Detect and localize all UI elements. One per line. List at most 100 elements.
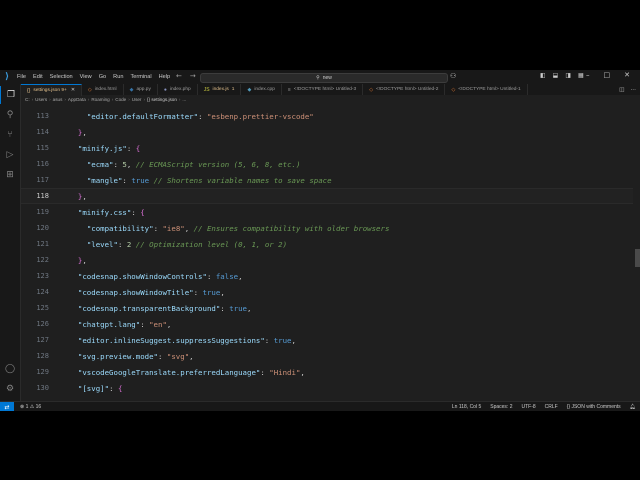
line-number: 113 xyxy=(36,112,49,120)
code-token: true xyxy=(202,287,221,297)
account-icon[interactable]: ◯ xyxy=(0,360,20,378)
code-line[interactable]: 127 "editor.inlineSuggest.suppressSugges… xyxy=(21,332,633,348)
end-of-line[interactable]: CRLF xyxy=(545,404,558,410)
code-line[interactable]: 115 "minify.js": { xyxy=(21,140,633,156)
code-token: "esbenp.prettier-vscode" xyxy=(206,111,314,121)
code-token: , xyxy=(291,335,296,345)
chevron-right-icon: › xyxy=(64,97,66,102)
line-number: 119 xyxy=(36,208,49,216)
code-line[interactable]: 130 "[svg]": { xyxy=(21,380,633,396)
tab-index-cpp[interactable]: ◆ index.cpp xyxy=(241,84,282,95)
extensions-icon[interactable]: ⊞ xyxy=(0,166,20,184)
breadcrumb-item[interactable]: Users xyxy=(35,97,47,102)
close-icon[interactable]: ✕ xyxy=(624,71,630,79)
code-editor[interactable]: 113 "editor.defaultFormatter": "esbenp.p… xyxy=(21,104,633,401)
close-tab-icon[interactable]: ✕ xyxy=(71,88,75,93)
scrollbar-thumb[interactable] xyxy=(635,249,640,267)
code-line[interactable]: 120 "compatibility": "ie8", // Ensures c… xyxy=(21,220,633,236)
forward-arrow-icon[interactable]: → xyxy=(190,72,196,81)
maximize-icon[interactable]: □ xyxy=(604,71,611,79)
menu-selection[interactable]: Selection xyxy=(50,74,73,80)
line-number: 130 xyxy=(36,384,49,392)
code-text: "codesnap.showWindowTitle": true, xyxy=(69,288,225,297)
tab-untitled-3[interactable]: ≡ <!DOCTYPE html> Untitled-3 xyxy=(282,84,364,95)
customize-layout-icon[interactable]: ▦ xyxy=(578,72,584,79)
remote-indicator-icon[interactable]: ⇄ xyxy=(0,402,14,411)
menu-terminal[interactable]: Terminal xyxy=(130,74,151,80)
code-line[interactable]: 124 "codesnap.showWindowTitle": true, xyxy=(21,284,633,300)
code-line[interactable]: 118 }, xyxy=(21,188,633,204)
code-line[interactable]: 128 "svg.preview.mode": "svg", xyxy=(21,348,633,364)
code-line[interactable]: 117 "mangle": true // Shortens variable … xyxy=(21,172,633,188)
back-arrow-icon[interactable]: ← xyxy=(176,72,182,81)
command-center-search[interactable]: ⚲ new xyxy=(200,73,448,83)
code-line[interactable]: 116 "ecma": 5, // ECMAScript version (5,… xyxy=(21,156,633,172)
tab-app-py[interactable]: ◆ app.py xyxy=(124,84,158,95)
code-line[interactable]: 126 "chatgpt.lang": "en", xyxy=(21,316,633,332)
breadcrumb-item[interactable]: C: xyxy=(25,97,30,102)
code-token: "[svg]" xyxy=(77,383,110,393)
tab-index-php[interactable]: ● index.php xyxy=(158,84,198,95)
line-number: 122 xyxy=(36,256,49,264)
toggle-secondary-sidebar-icon[interactable]: ◨ xyxy=(565,72,571,79)
code-token: "codesnap.transparentBackground" xyxy=(77,303,221,313)
breadcrumb-item[interactable]: ... xyxy=(182,97,186,102)
code-token: "mangle" xyxy=(86,175,123,185)
encoding[interactable]: UTF-8 xyxy=(522,404,536,410)
code-line[interactable]: 119 "minify.css": { xyxy=(21,204,633,220)
tab-index-js[interactable]: JS index.js 1 xyxy=(198,84,242,95)
breadcrumb-item[interactable]: asus xyxy=(53,97,63,102)
breadcrumb-item[interactable]: User xyxy=(132,97,142,102)
menu-run[interactable]: Run xyxy=(113,74,123,80)
copilot-icon[interactable]: ⚇ xyxy=(450,72,456,80)
code-token: , xyxy=(189,351,194,361)
notifications-bell-icon[interactable]: 🔔︎ xyxy=(630,404,636,410)
window-controls: – □ ✕ xyxy=(586,71,630,79)
code-line[interactable]: 114 }, xyxy=(21,124,633,140)
minimize-icon[interactable]: – xyxy=(586,71,590,79)
code-line[interactable]: 123 "codesnap.showWindowControls": false… xyxy=(21,268,633,284)
explorer-icon[interactable]: ❐ xyxy=(0,86,21,104)
breadcrumb-item[interactable]: Code xyxy=(115,97,126,102)
code-line[interactable]: 129 "vscodeGoogleTranslate.preferredLang… xyxy=(21,364,633,380)
menu-go[interactable]: Go xyxy=(99,74,106,80)
code-line[interactable]: 125 "codesnap.transparentBackground": tr… xyxy=(21,300,633,316)
code-line[interactable]: 122 }, xyxy=(21,252,633,268)
toggle-sidebar-icon[interactable]: ◧ xyxy=(540,72,546,79)
code-token: "codesnap.showWindowControls" xyxy=(77,271,207,281)
line-number: 115 xyxy=(36,144,49,152)
breadcrumb-item[interactable]: Roaming xyxy=(91,97,109,102)
split-editor-icon[interactable]: ◫ xyxy=(619,87,624,93)
line-number: 125 xyxy=(36,304,49,312)
code-text: "codesnap.transparentBackground": true, xyxy=(69,303,252,313)
toggle-panel-icon[interactable]: ⬓ xyxy=(553,72,559,79)
menu-file[interactable]: File xyxy=(17,74,26,80)
breadcrumb-item[interactable]: AppData xyxy=(68,97,86,102)
more-actions-icon[interactable]: ⋯ xyxy=(631,87,637,93)
tab-index-html[interactable]: ◇ index.html xyxy=(82,84,124,95)
settings-gear-icon[interactable]: ⚙ xyxy=(0,380,20,398)
tab-untitled-2[interactable]: ◇ <!DOCTYPE html> Untitled-2 xyxy=(363,84,446,95)
line-number: 120 xyxy=(36,224,49,232)
menu-edit[interactable]: Edit xyxy=(33,74,43,80)
menu-help[interactable]: Help xyxy=(159,74,171,80)
indentation[interactable]: Spaces: 2 xyxy=(490,404,512,410)
language-mode[interactable]: {} JSON with Comments xyxy=(567,404,621,410)
editor-scrollbar[interactable] xyxy=(633,104,640,401)
code-line[interactable]: 121 "level": 2 // Optimization level (0,… xyxy=(21,236,633,252)
line-number: 126 xyxy=(36,320,49,328)
code-text: }, xyxy=(69,192,87,201)
run-debug-icon[interactable]: ▷ xyxy=(0,146,20,164)
problems-count[interactable]: ⊗ 1 ⚠ 16 xyxy=(20,404,41,410)
menu-view[interactable]: View xyxy=(80,74,92,80)
vscode-logo-icon: ⟩ xyxy=(4,72,10,82)
search-view-icon[interactable]: ⚲ xyxy=(0,106,20,124)
cursor-position[interactable]: Ln 118, Col 5 xyxy=(452,404,481,410)
source-control-icon[interactable]: ⑂ xyxy=(0,126,20,144)
chevron-right-icon: › xyxy=(178,97,181,102)
breadcrumb-item[interactable]: {} settings.json xyxy=(147,97,177,102)
code-line[interactable]: 113 "editor.defaultFormatter": "esbenp.p… xyxy=(21,108,633,124)
tab-untitled-1[interactable]: ◇ <!DOCTYPE html> Untitled-1 xyxy=(445,84,528,95)
